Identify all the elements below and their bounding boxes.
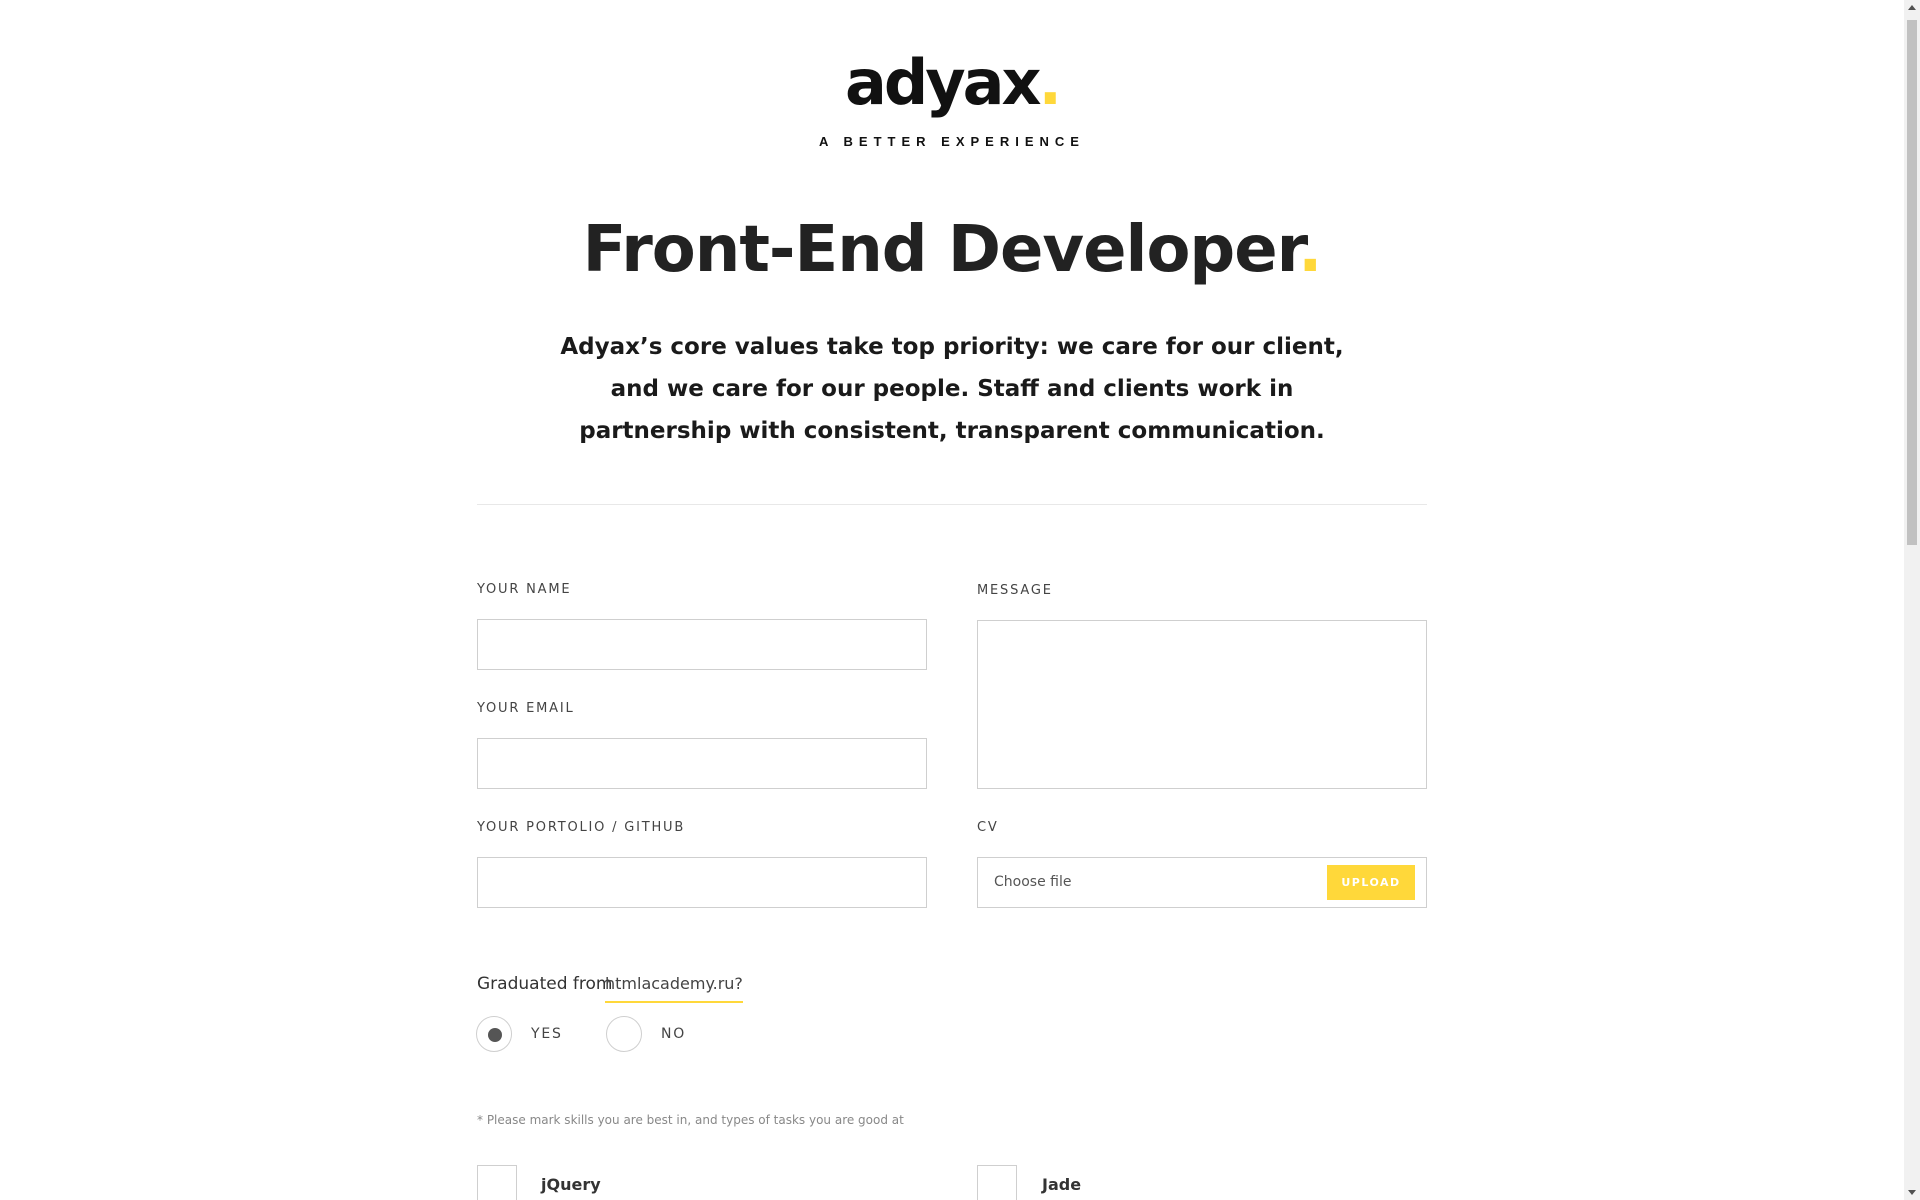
logo-text: adyax [844,46,1041,119]
section-divider [477,504,1427,505]
radio-no-label[interactable]: NO [661,1026,686,1042]
page-title: Front-End Developer. [0,210,1904,290]
radio-yes-label[interactable]: YES [531,1026,563,1042]
tagline: A BETTER EXPERIENCE [819,134,1085,149]
radio-no[interactable] [606,1016,642,1052]
scroll-thumb[interactable] [1907,20,1917,545]
name-input[interactable] [477,619,927,670]
intro-text: Adyax’s core values take top priority: w… [560,334,1344,444]
upload-button[interactable]: UPLOAD [1327,865,1415,900]
skill-label-jade[interactable]: Jade [1042,1175,1081,1194]
application-page: adyax. A BETTER EXPERIENCE Front-End Dev… [0,0,1904,1200]
cv-placeholder[interactable]: Choose file [994,874,1071,890]
skill-checkbox-jade[interactable] [977,1165,1017,1200]
vertical-scrollbar[interactable] [1904,0,1920,1200]
logo-dot: . [1038,46,1062,119]
adyax-logo[interactable]: adyax. [0,48,1904,118]
radio-yes[interactable] [476,1016,512,1052]
scroll-down-icon[interactable] [1908,1190,1916,1195]
cv-label: CV [977,820,999,835]
email-input[interactable] [477,738,927,789]
skill-checkbox-jquery[interactable] [477,1165,517,1200]
title-dot: . [1298,213,1322,287]
portfolio-label: YOUR PORTOLIO / GITHUB [477,820,686,835]
email-label: YOUR EMAIL [477,701,575,716]
portfolio-input[interactable] [477,857,927,908]
skill-label-jquery[interactable]: jQuery [541,1175,601,1194]
graduated-question: Graduated from [477,974,613,994]
cv-file-input[interactable]: Choose file UPLOAD [977,857,1427,908]
htmlacademy-link[interactable]: htmlacademy.ru? [605,974,743,1003]
name-label: YOUR NAME [477,582,572,597]
skills-note: * Please mark skills you are best in, an… [477,1113,904,1127]
scroll-up-icon[interactable] [1908,5,1916,10]
title-text: Front-End Developer [582,213,1299,287]
message-label: MESSAGE [977,583,1053,598]
message-textarea[interactable] [977,620,1427,789]
radio-selected-dot [488,1028,502,1042]
